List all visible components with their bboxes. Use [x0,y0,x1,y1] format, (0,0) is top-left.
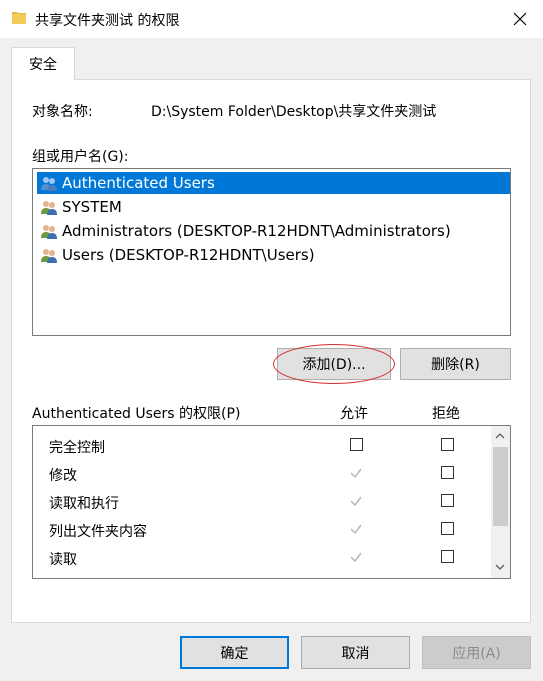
scrollbar-thumb[interactable] [493,447,508,526]
allow-checkbox-full-control[interactable] [350,438,363,451]
tab-security[interactable]: 安全 [11,47,75,80]
deny-column-header: 拒绝 [432,406,460,422]
permissions-label: Authenticated Users 的权限(P) [32,406,241,422]
apply-button[interactable]: 应用(A) [422,636,531,669]
allow-column-header: 允许 [340,406,368,422]
close-icon [513,12,527,26]
users-group-icon [41,225,57,239]
ok-button[interactable]: 确定 [180,636,289,669]
list-item[interactable]: Administrators (DESKTOP-R12HDNT\Administ… [37,220,510,242]
object-name-label: 对象名称: [32,104,93,120]
deny-checkbox-read[interactable] [441,550,454,563]
permission-label: 列出文件夹内容 [49,524,147,540]
allow-check-disabled-icon [350,468,362,479]
list-item-label: Administrators (DESKTOP-R12HDNT\Administ… [62,222,451,240]
permission-label: 读取和执行 [49,496,119,512]
add-button[interactable]: 添加(D)... [277,348,391,380]
list-item-label: SYSTEM [62,198,122,216]
permission-label: 修改 [49,468,77,484]
list-item[interactable]: SYSTEM [37,196,510,218]
scroll-up-icon[interactable] [494,431,506,441]
deny-checkbox-list-folder[interactable] [441,522,454,535]
permission-label: 完全控制 [49,440,105,456]
deny-checkbox-modify[interactable] [441,466,454,479]
list-item-label: Users (DESKTOP-R12HDNT\Users) [62,246,315,264]
list-item-label: Authenticated Users [62,174,215,192]
folder-icon [12,12,26,24]
list-item[interactable]: Users (DESKTOP-R12HDNT\Users) [37,244,510,266]
window-title: 共享文件夹测试 的权限 [35,13,180,29]
permission-label: 读取 [49,552,77,568]
users-group-icon [41,249,57,263]
deny-checkbox-full-control[interactable] [441,438,454,451]
users-group-icon [41,177,57,191]
groups-listbox[interactable]: Authenticated Users SYSTEM Administrator… [32,168,511,336]
allow-check-disabled-icon [350,524,362,535]
permissions-list: 完全控制 修改 读取和执行 列出文件夹内容 读取 [32,425,511,579]
remove-button[interactable]: 删除(R) [400,348,511,380]
list-item[interactable]: Authenticated Users [37,172,510,194]
allow-check-disabled-icon [350,552,362,563]
object-name-value: D:\System Folder\Desktop\共享文件夹测试 [151,104,437,120]
allow-check-disabled-icon [350,496,362,507]
users-group-icon [41,201,57,215]
cancel-button[interactable]: 取消 [301,636,410,669]
scroll-down-icon[interactable] [494,562,506,572]
groups-label: 组或用户名(G): [32,149,129,165]
close-button[interactable] [497,0,543,38]
deny-checkbox-read-execute[interactable] [441,494,454,507]
